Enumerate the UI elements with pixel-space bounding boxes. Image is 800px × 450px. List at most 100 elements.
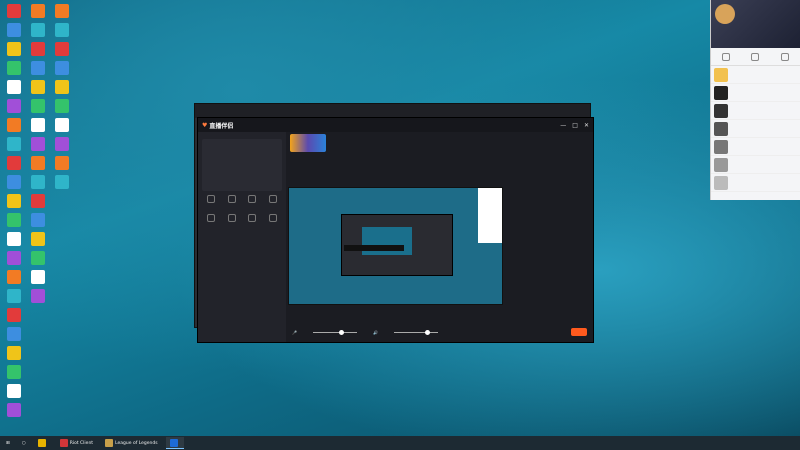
desktop-app-icon	[55, 23, 69, 37]
desktop-icon[interactable]	[2, 23, 26, 38]
scene-list[interactable]	[202, 139, 282, 191]
desktop-icon[interactable]	[2, 42, 26, 57]
list-item[interactable]	[711, 174, 800, 192]
desktop-icon[interactable]	[2, 308, 26, 323]
desktop-icon[interactable]	[2, 270, 26, 285]
desktop-icon[interactable]	[26, 137, 50, 152]
tool-5[interactable]	[202, 214, 220, 230]
stream-preview[interactable]	[288, 187, 503, 305]
desktop-icon[interactable]	[2, 403, 26, 418]
stream-cover-thumbnail[interactable]	[290, 134, 326, 152]
list-item[interactable]	[711, 66, 800, 84]
desktop-icon[interactable]	[26, 118, 50, 133]
desktop-icon[interactable]	[50, 175, 74, 190]
desktop-icon[interactable]	[50, 118, 74, 133]
desktop-icon[interactable]	[26, 23, 50, 38]
desktop-icon[interactable]	[2, 137, 26, 152]
list-item-avatar	[714, 139, 728, 154]
desktop-icon[interactable]	[26, 99, 50, 114]
desktop-icon[interactable]	[2, 80, 26, 95]
qq-panel[interactable]	[710, 0, 800, 200]
list-item[interactable]	[711, 84, 800, 102]
tool-6[interactable]	[223, 214, 241, 230]
start-stream-button[interactable]	[571, 328, 587, 336]
desktop-icon[interactable]	[26, 61, 50, 76]
desktop-icon[interactable]	[2, 289, 26, 304]
tool-2[interactable]	[223, 195, 241, 211]
desktop-icon[interactable]	[50, 80, 74, 95]
search-icon[interactable]: ○	[18, 437, 30, 449]
desktop-icon[interactable]	[2, 384, 26, 399]
desktop-icon[interactable]	[2, 175, 26, 190]
desktop-icon[interactable]	[2, 194, 26, 209]
desktop-icon[interactable]	[50, 4, 74, 19]
tool-1[interactable]	[202, 195, 220, 211]
desktop-icon[interactable]	[50, 137, 74, 152]
desktop-icon[interactable]	[26, 213, 50, 228]
preview-nested-window	[341, 214, 453, 276]
list-item[interactable]	[711, 138, 800, 156]
preview-inner-bar	[344, 245, 404, 251]
qq-tab-space[interactable]	[781, 52, 790, 61]
desktop-icon[interactable]	[26, 232, 50, 247]
speaker-slider-knob[interactable]	[424, 329, 430, 335]
desktop-icon[interactable]	[50, 23, 74, 38]
tool-4[interactable]	[264, 195, 282, 211]
tool-3[interactable]	[244, 195, 262, 211]
desktop-icon[interactable]	[2, 118, 26, 133]
desktop-icon[interactable]	[50, 61, 74, 76]
desktop-icon[interactable]	[2, 365, 26, 380]
desktop-icon[interactable]	[2, 213, 26, 228]
list-item[interactable]	[711, 156, 800, 174]
taskbar-app[interactable]	[165, 437, 184, 449]
desktop-icon[interactable]	[26, 80, 50, 95]
list-item[interactable]	[711, 120, 800, 138]
app-title: 直播伴侣	[209, 122, 234, 130]
qq-tab-contacts[interactable]	[751, 52, 760, 61]
desktop-app-icon	[7, 175, 21, 189]
tool-8[interactable]	[264, 214, 282, 230]
desktop-app-icon	[31, 4, 45, 18]
speaker-volume-slider[interactable]	[393, 329, 438, 335]
desktop-icon[interactable]	[2, 346, 26, 361]
desktop-icon[interactable]	[26, 175, 50, 190]
desktop-icon[interactable]	[26, 156, 50, 171]
desktop-icon[interactable]	[2, 156, 26, 171]
start-icon[interactable]: ⊞	[2, 437, 14, 449]
desktop-icon[interactable]	[50, 99, 74, 114]
mic-icon[interactable]: 🎤	[292, 330, 297, 335]
desktop-icon[interactable]	[26, 251, 50, 266]
desktop-icon[interactable]	[26, 270, 50, 285]
desktop-app-icon	[31, 99, 45, 113]
avatar[interactable]	[715, 4, 735, 24]
desktop-icon[interactable]	[2, 327, 26, 342]
desktop-icon[interactable]	[2, 61, 26, 76]
desktop-icon[interactable]	[2, 232, 26, 247]
desktop-icon[interactable]	[26, 194, 50, 209]
tool-7[interactable]	[244, 214, 262, 230]
taskbar-app[interactable]	[34, 437, 52, 449]
taskbar-app[interactable]: Riot Client	[56, 437, 97, 449]
taskbar-app[interactable]: League of Legends	[101, 437, 162, 449]
desktop-icon[interactable]	[26, 4, 50, 19]
desktop-icon[interactable]	[26, 42, 50, 57]
desktop-icon[interactable]	[26, 289, 50, 304]
close-icon[interactable]: ✕	[584, 122, 589, 129]
desktop-icon[interactable]	[2, 99, 26, 114]
mic-slider-knob[interactable]	[339, 329, 345, 335]
speaker-icon[interactable]: 🔊	[373, 330, 378, 335]
desktop-app-icon	[55, 175, 69, 189]
desktop-app-icon	[7, 232, 21, 246]
streaming-app-window[interactable]: ♥ 直播伴侣 — □ ✕ 🎤 🔊	[197, 117, 594, 343]
desktop-icon[interactable]	[50, 156, 74, 171]
qq-tab-messages[interactable]	[721, 52, 730, 61]
list-item[interactable]	[711, 102, 800, 120]
maximize-icon[interactable]: □	[572, 122, 578, 129]
desktop-app-icon	[7, 346, 21, 360]
desktop-icon[interactable]	[2, 251, 26, 266]
desktop-app-icon	[7, 251, 21, 265]
mic-volume-slider[interactable]	[312, 329, 357, 335]
desktop-icon[interactable]	[2, 4, 26, 19]
desktop-icon[interactable]	[50, 42, 74, 57]
minimize-icon[interactable]: —	[560, 122, 566, 129]
